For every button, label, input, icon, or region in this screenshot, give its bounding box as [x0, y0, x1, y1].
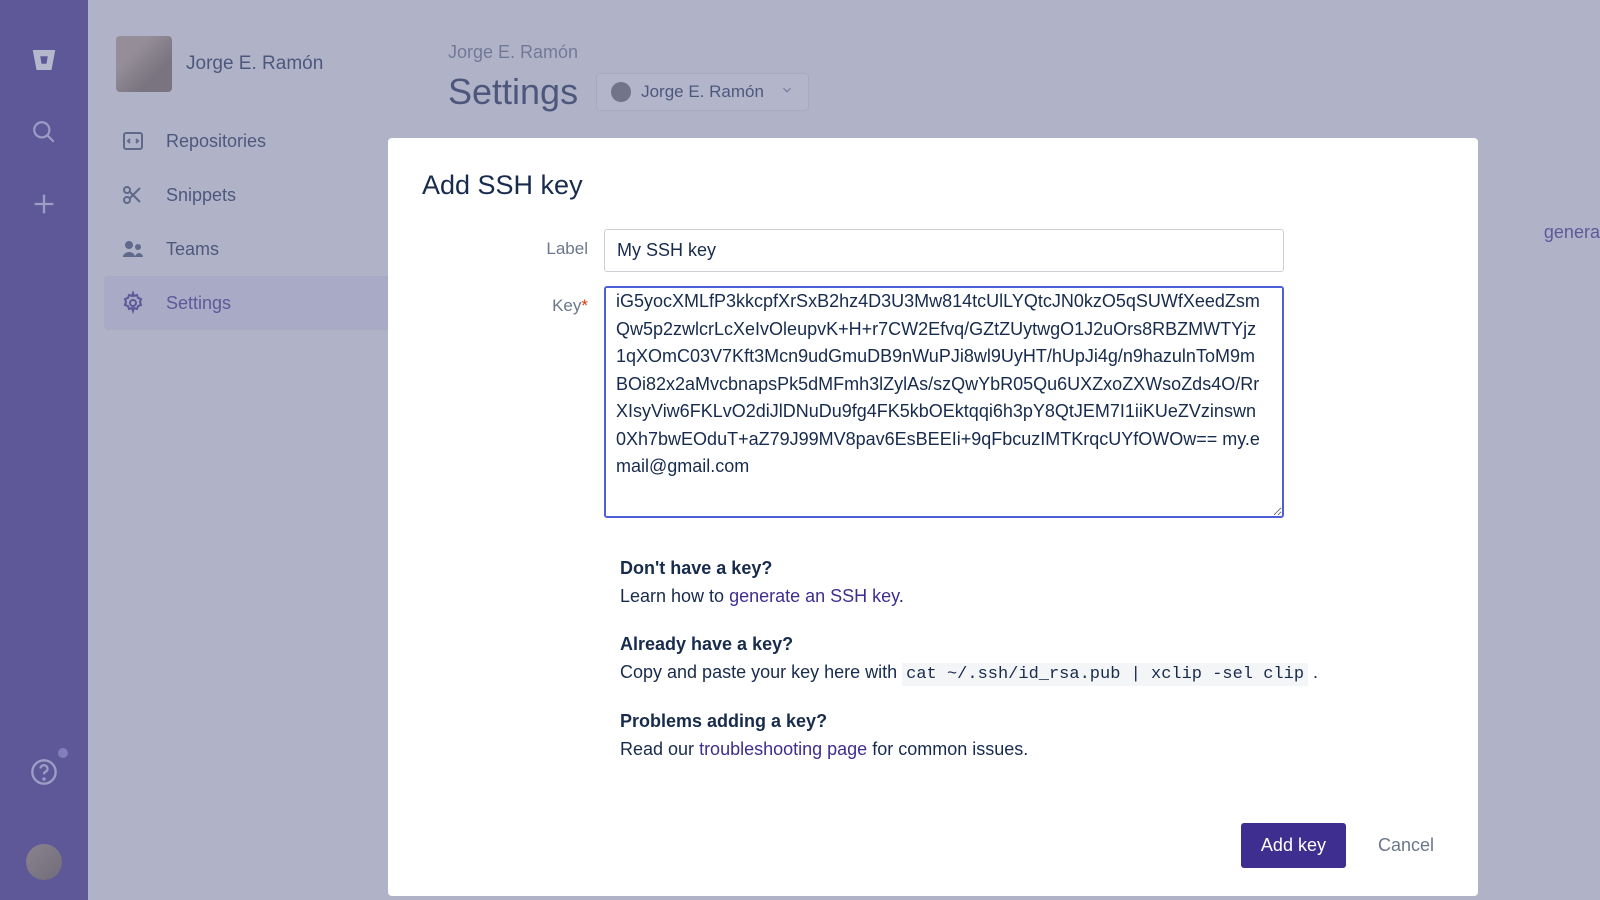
help-problems-title: Problems adding a key? — [620, 708, 1340, 736]
modal-title: Add SSH key — [422, 170, 1444, 201]
modal-actions: Add key Cancel — [422, 823, 1444, 868]
help-already-have-title: Already have a key? — [620, 631, 1340, 659]
label-input[interactable] — [604, 229, 1284, 272]
copy-command-code: cat ~/.ssh/id_rsa.pub | xclip -sel clip — [902, 663, 1308, 686]
key-field-label: Key* — [422, 286, 604, 523]
help-block: Don't have a key? Learn how to generate … — [620, 555, 1340, 784]
label-field-label: Label — [422, 229, 604, 272]
troubleshooting-link[interactable]: troubleshooting page — [699, 739, 867, 759]
help-dont-have-title: Don't have a key? — [620, 555, 1340, 583]
add-ssh-key-modal: Add SSH key Label Key* Don't have a key?… — [388, 138, 1478, 896]
add-key-button[interactable]: Add key — [1241, 823, 1346, 868]
generate-ssh-key-link[interactable]: generate an SSH key — [729, 586, 899, 606]
key-textarea[interactable] — [604, 286, 1284, 518]
cancel-button[interactable]: Cancel — [1368, 823, 1444, 868]
